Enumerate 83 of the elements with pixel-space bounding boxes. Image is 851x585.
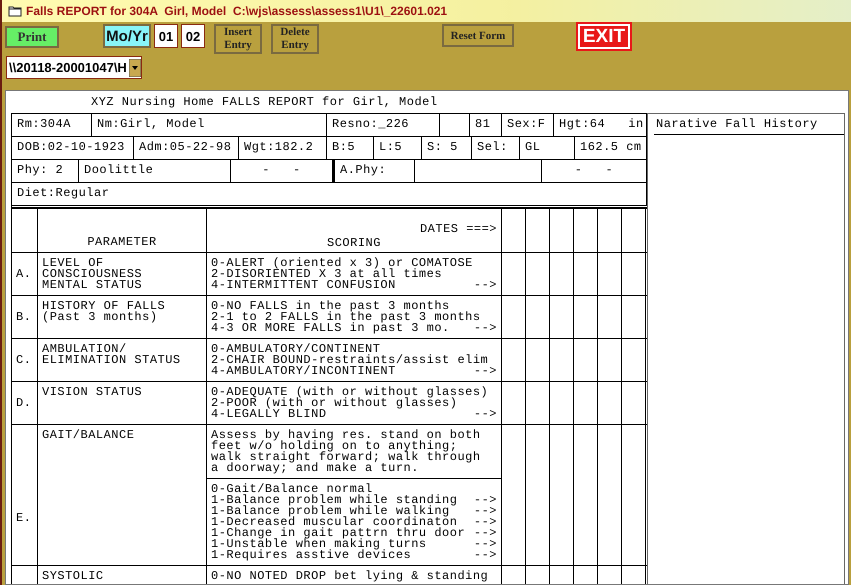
info-cell: 81 <box>470 114 502 136</box>
scoring-option: 0-Gait/Balance normal <box>211 484 373 495</box>
info-cell: Wgt:182.2 <box>239 137 327 159</box>
scoring-option: 2-1 to 2 FALLS in the past 3 months <box>211 312 481 323</box>
delete-entry-button[interactable]: Delete Entry <box>271 24 319 54</box>
row-letter: B. <box>16 310 32 324</box>
year-field[interactable]: 02 <box>181 24 205 48</box>
info-cell: B:5 <box>327 137 374 159</box>
parameter-text: GAIT/BALANCE <box>42 430 136 441</box>
arrow-text: --> <box>474 323 497 334</box>
info-cell: Diet:Regular <box>12 183 647 205</box>
info-cell: Sex:F <box>502 114 554 136</box>
reset-form-button[interactable]: Reset Form <box>442 24 514 47</box>
info-cell: A.Phy: <box>335 160 415 182</box>
dates-label: DATES ===> <box>420 222 497 236</box>
scoring-option: 4-3 OR MORE FALLS in past 3 mo. <box>211 323 450 334</box>
info-cell: Doolittle <box>79 160 231 182</box>
path-dropdown[interactable]: \\20118-20001047\H <box>6 56 142 79</box>
scoring-option: 1-Decreased muscular coordinaton <box>211 517 458 528</box>
info-cell: Nm:Girl, Model <box>92 114 327 136</box>
scoring-option: 4-AMBULATORY/INCONTINENT <box>211 366 396 377</box>
parameter-text: SYSTOLIC <box>42 571 105 582</box>
parameter-text: LEVEL OF CONSCIOUSNESS MENTAL STATUS <box>42 258 144 291</box>
window-title: Falls REPORT for 304A Girl, Model C:\wjs\assess\assess1\U1\_22601.021 <box>26 4 448 18</box>
insert-entry-button[interactable]: Insert Entry <box>214 24 262 54</box>
row-letter: C. <box>16 353 32 367</box>
narrative-title: Narative Fall History <box>654 114 844 135</box>
scoring-option: 2-DISORIENTED X 3 at all times <box>211 269 442 280</box>
info-cell: Adm:05-22-98 <box>134 137 239 159</box>
scoring-option: Assess by having res. stand on both <box>211 430 481 441</box>
row-letter: E. <box>16 511 32 525</box>
column-header: SCORING <box>327 236 381 250</box>
exit-button[interactable]: EXIT <box>578 24 630 49</box>
scoring-option: 0-ALERT (oriented x 3) or COMATOSE <box>211 258 473 269</box>
arrow-text: --> <box>474 409 497 420</box>
row-letter: D. <box>16 396 32 410</box>
info-cell: DOB:02-10-1923 <box>12 137 134 159</box>
info-cell: Sel: <box>472 137 520 159</box>
info-cell: Hgt:64 in <box>554 114 647 136</box>
info-cell: - - <box>231 160 335 182</box>
scoring-option: 1-Requires asstive devices <box>211 550 412 561</box>
info-cell: S: 5 <box>422 137 472 159</box>
scoring-option: 0-NO FALLS in the past 3 months <box>211 301 450 312</box>
scoring-option: 1-Unstable when making turns <box>211 539 427 550</box>
scoring-option: 0-ADEQUATE (with or without glasses) <box>211 387 488 398</box>
scoring-option: 1-Change in gait pattrn thru door <box>211 528 466 539</box>
row-letter: A. <box>16 267 32 281</box>
period-button[interactable]: Mo/Yr <box>103 24 151 48</box>
info-cell: GL <box>520 137 575 159</box>
print-button[interactable]: Print <box>5 26 59 48</box>
scoring-option: 2-CHAIR BOUND-restraints/assist elim <box>211 355 488 366</box>
scoring-option: 0-AMBULATORY/CONTINENT <box>211 344 380 355</box>
info-cell: - - <box>542 160 647 182</box>
arrow-text: --> <box>474 517 497 528</box>
scoring-option: feet w/o holding on to anything; <box>211 441 458 452</box>
scoring-option: 1-Balance problem while standing <box>211 495 458 506</box>
info-cell: 162.5 cm <box>575 137 647 159</box>
scoring-option: walk straight forward; walk through <box>211 452 481 463</box>
parameter-text: VISION STATUS <box>42 387 144 398</box>
month-field[interactable]: 01 <box>154 24 178 48</box>
report-title: XYZ Nursing Home FALLS REPORT for Girl, Model <box>90 94 439 111</box>
scoring-option: 1-Balance problem while walking <box>211 506 450 517</box>
arrow-text: --> <box>474 506 497 517</box>
scoring-option: 2-POOR (with or without glasses) <box>211 398 458 409</box>
scoring-option: a doorway; and make a turn. <box>211 463 419 474</box>
scoring-option: 4-LEGALLY BLIND <box>211 409 327 420</box>
folder-icon <box>8 5 22 17</box>
arrow-text: --> <box>474 550 497 561</box>
info-cell: Phy: 2 <box>12 160 79 182</box>
info-cell: L:5 <box>374 137 422 159</box>
scoring-option: 4-INTERMITTENT CONFUSION <box>211 280 396 291</box>
arrow-text: --> <box>474 495 497 506</box>
parameter-text: HISTORY OF FALLS (Past 3 months) <box>42 301 166 323</box>
parameter-text: AMBULATION/ ELIMINATION STATUS <box>42 344 182 366</box>
arrow-text: --> <box>474 528 497 539</box>
scoring-option: 0-NO NOTED DROP bet lying & standing <box>211 571 488 582</box>
arrow-text: --> <box>474 366 497 377</box>
info-cell: Resno:_226 <box>327 114 440 136</box>
arrow-text: --> <box>474 539 497 550</box>
column-header: PARAMETER <box>38 209 207 252</box>
arrow-text: --> <box>474 280 497 291</box>
caret-icon[interactable] <box>128 58 141 76</box>
info-cell: Rm:304A <box>12 114 92 136</box>
